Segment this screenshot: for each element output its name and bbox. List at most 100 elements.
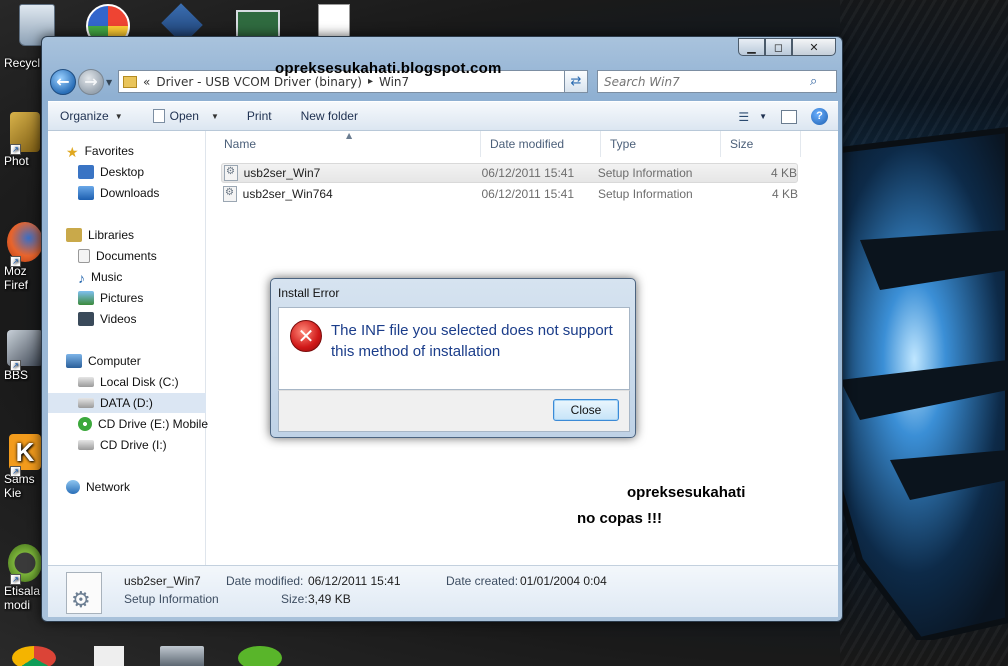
nav-label: Network [86,480,131,494]
details-pane: usb2ser_Win7 Setup Information Date modi… [48,565,838,617]
nav-label: Pictures [100,291,144,305]
refresh-button[interactable]: ⇄ [564,70,588,93]
column-header-size[interactable]: Size [721,131,801,157]
breadcrumb-separator-icon[interactable]: ▸ [368,76,373,87]
navigation-pane: ★ Favorites Desktop Downloads Libraries D… [48,131,208,565]
shortcut-arrow-icon: ↗ [10,144,21,155]
details-date-modified: 06/12/2011 15:41 [308,574,401,588]
maximize-button[interactable]: ◻ [765,38,792,56]
app-icon[interactable] [160,646,204,666]
file-date: 06/12/2011 15:41 [481,187,575,201]
change-view-icon[interactable]: ☰ [738,110,749,124]
open-label: Open [169,109,199,123]
nav-downloads[interactable]: Downloads [78,183,159,203]
close-window-button[interactable]: ✕ [792,38,836,56]
setup-file-large-icon [66,572,102,614]
view-controls: ☰ ▼ ? [738,108,828,125]
nav-desktop[interactable]: Desktop [78,162,144,182]
minimize-button[interactable]: ▁ [738,38,765,56]
column-label: Name [224,137,257,151]
nav-data-drive[interactable]: DATA (D:) [48,393,206,413]
sort-ascending-icon: ▲ [346,131,353,140]
search-input[interactable] [598,74,808,89]
help-icon[interactable]: ? [811,108,828,125]
shortcut-arrow-icon: ↗ [10,574,21,585]
desktop-icon-photo[interactable]: ↗ Phot [4,112,46,168]
star-icon: ★ [66,144,79,160]
nav-favorites[interactable]: ★ Favorites [66,141,134,161]
nav-pictures[interactable]: Pictures [78,288,143,308]
kies-icon: K [9,434,41,470]
network-icon [66,480,80,494]
search-icon[interactable]: ⌕ [810,74,817,89]
column-label: Size [730,137,754,151]
nav-label: Documents [96,249,157,263]
search-box[interactable]: ⌕ [597,70,837,93]
document-icon[interactable] [94,646,124,666]
nav-documents[interactable]: Documents [78,246,157,266]
chrome-icon[interactable] [12,646,56,666]
file-row[interactable]: usb2ser_Win764 06/12/2011 15:41 Setup In… [221,184,798,204]
nav-local-disk[interactable]: Local Disk (C:) [78,372,179,392]
document-icon [152,109,165,123]
file-row[interactable]: usb2ser_Win7 06/12/2011 15:41 Setup Info… [221,163,798,183]
watermark-no-copy: no copas !!! [577,510,662,527]
desktop-icon-recycle[interactable]: Recycl [4,56,46,70]
caption-buttons: ▁ ◻ ✕ [738,38,836,56]
recent-pages-dropdown-icon[interactable]: ▼ [106,78,112,87]
print-button[interactable]: Print [247,109,272,123]
nav-network[interactable]: Network [66,477,130,497]
column-header-date[interactable]: Date modified [481,131,601,157]
file-name: usb2ser_Win764 [242,187,333,201]
nav-libraries[interactable]: Libraries [66,225,134,245]
new-folder-button[interactable]: New folder [301,109,358,123]
details-size: 3,49 KB [308,592,351,606]
file-type: Setup Information [597,166,693,180]
details-file-type: Setup Information [124,592,219,606]
file-size: 4 KB [770,166,797,180]
nav-label: Libraries [88,228,135,242]
forward-button[interactable]: → [78,69,104,95]
open-button[interactable]: Open ▼ [152,109,219,123]
hard-disk-icon [78,398,94,408]
address-overflow-chevron[interactable]: « [143,75,150,89]
desktop-icon-kies[interactable]: K ↗ Sams Kie [4,434,46,500]
shortcut-arrow-icon: ↗ [10,466,21,477]
desktop-icon-etisalat[interactable]: ↗ Etisala modi [4,544,46,612]
nav-music[interactable]: ♪ Music [78,267,122,287]
nav-label: Music [91,270,123,284]
file-type: Setup Information [598,187,693,201]
nav-label: Favorites [84,144,134,158]
desktop-icon-firefox[interactable]: ↗ Moz Firef [4,222,46,292]
libraries-icon [66,228,82,242]
nav-cd-i[interactable]: CD Drive (I:) [78,435,167,455]
sync-icon[interactable] [238,646,282,666]
organize-label: Organize [60,109,109,123]
desktop-icon-bbs[interactable]: ↗ BBS [4,330,46,382]
documents-icon [78,249,90,263]
column-header-type[interactable]: Type [601,131,721,157]
back-button[interactable]: ← [50,69,76,95]
organize-button[interactable]: Organize ▼ [60,109,123,123]
command-bar: Organize ▼ Open ▼ Print New folder ☰ ▼ ? [48,101,838,131]
setup-file-icon [223,186,237,202]
desktop-icon-label-2: Firef [4,278,28,292]
install-error-dialog: Install Error ✕ The INF file you selecte… [270,278,636,438]
nav-computer[interactable]: Computer [66,351,141,371]
nav-label: Downloads [100,186,160,200]
chevron-down-icon[interactable]: ▼ [759,112,767,121]
chevron-down-icon: ▼ [114,111,123,121]
details-date-created: 01/01/2004 0:04 [520,574,607,588]
details-file-name: usb2ser_Win7 [124,574,201,588]
dialog-footer: Close [278,390,630,432]
setup-file-icon [224,165,238,181]
nav-label: Local Disk (C:) [100,375,179,389]
folder-icon [123,75,137,88]
preview-pane-icon[interactable] [781,109,797,124]
close-button[interactable]: Close [553,399,619,421]
cd-drive-icon [78,440,94,450]
nav-videos[interactable]: Videos [78,309,136,329]
shortcut-arrow-icon: ↗ [10,360,21,371]
desktop-icon-label: Etisala [4,584,41,598]
nav-cd-e[interactable]: CD Drive (E:) Mobile [78,414,208,434]
